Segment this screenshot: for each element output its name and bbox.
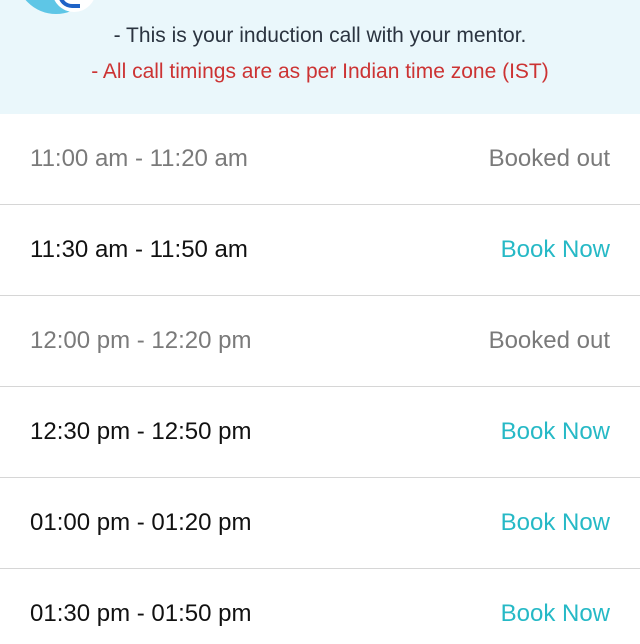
time-slot-row[interactable]: 12:30 pm - 12:50 pm Book Now [0,387,640,478]
book-now-button[interactable]: Book Now [501,508,610,538]
induction-note: - This is your induction call with your … [113,24,527,47]
page: - This is your induction call with your … [0,0,640,644]
booked-out-label: Booked out [488,145,610,172]
time-slot-row[interactable]: 11:30 am - 11:50 am Book Now [0,205,640,296]
slot-time: 12:00 pm - 12:20 pm [30,327,252,354]
slot-time: 11:30 am - 11:50 am [30,236,248,263]
timezone-note: - All call timings are as per Indian tim… [91,60,549,83]
info-banner: - This is your induction call with your … [0,0,640,114]
time-slot-list: 11:00 am - 11:20 am Booked out 11:30 am … [0,114,640,644]
slot-time: 01:00 pm - 01:20 pm [30,509,252,536]
time-slot-row: 12:00 pm - 12:20 pm Booked out [0,296,640,387]
time-slot-row[interactable]: 01:30 pm - 01:50 pm Book Now [0,569,640,644]
booked-out-label: Booked out [488,327,610,354]
time-slot-row[interactable]: 01:00 pm - 01:20 pm Book Now [0,478,640,569]
slot-time: 11:00 am - 11:20 am [30,145,248,172]
slot-time: 12:30 pm - 12:50 pm [30,418,252,445]
book-now-button[interactable]: Book Now [501,417,610,447]
time-slot-row: 11:00 am - 11:20 am Booked out [0,114,640,205]
slot-time: 01:30 pm - 01:50 pm [30,600,252,627]
book-now-button[interactable]: Book Now [501,235,610,265]
book-now-button[interactable]: Book Now [501,599,610,629]
